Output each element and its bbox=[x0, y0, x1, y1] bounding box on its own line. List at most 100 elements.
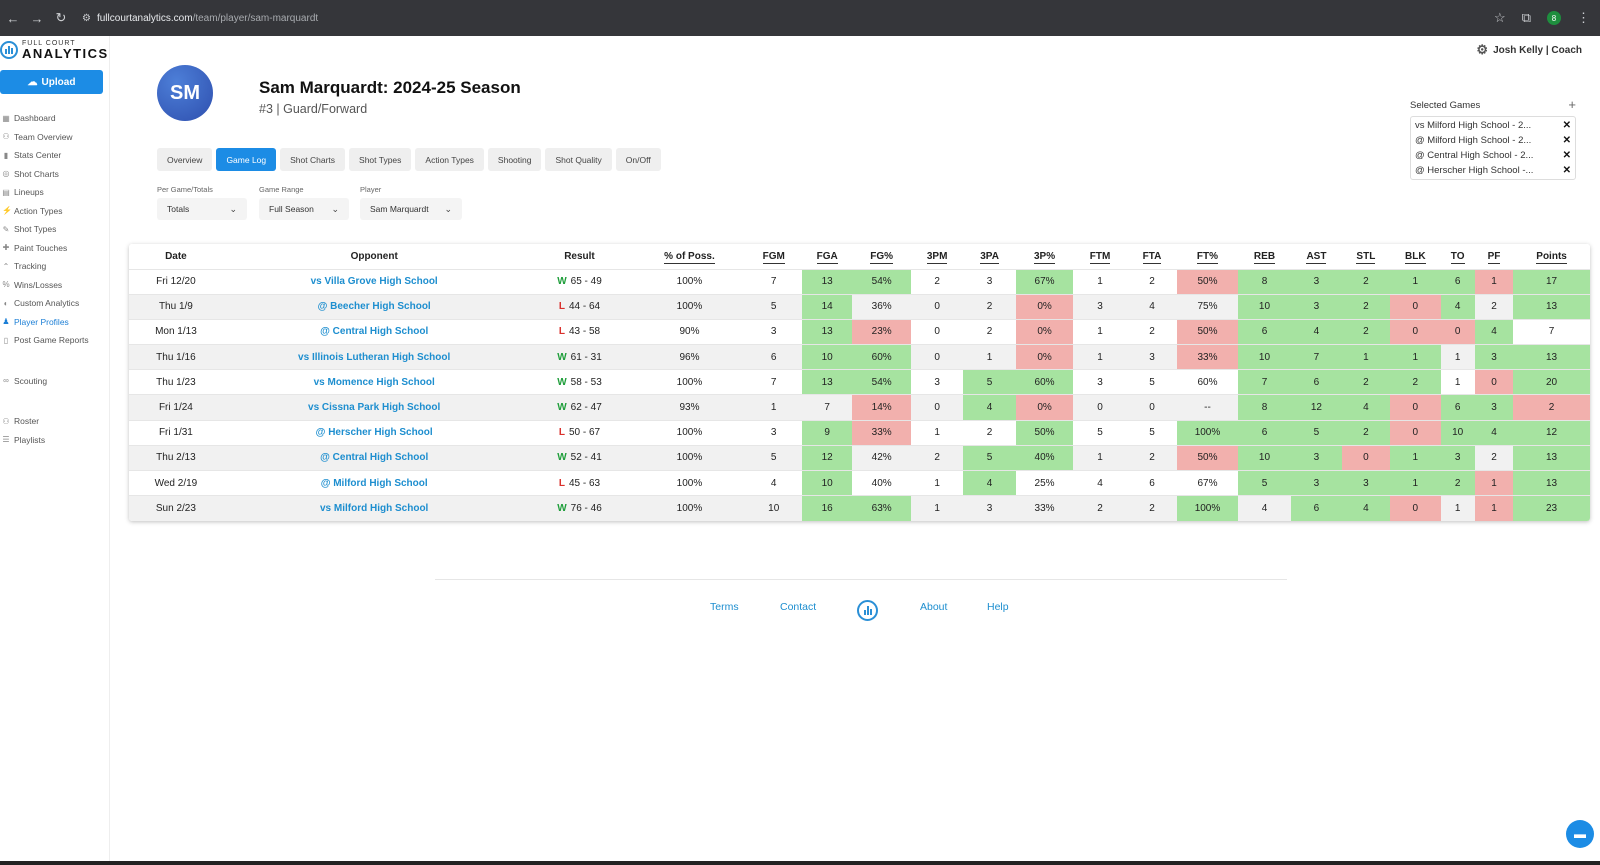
cell-ast: 3 bbox=[1291, 268, 1342, 295]
cell-opp[interactable]: vs Momence High School bbox=[222, 369, 526, 395]
column-header-fga[interactable]: FGA bbox=[801, 244, 853, 269]
close-icon[interactable]: ✕ bbox=[1563, 165, 1571, 176]
sidebar-item-team-overview[interactable]: ⚇ Team Overview bbox=[2, 128, 108, 147]
column-header-stl[interactable]: STL bbox=[1341, 244, 1391, 269]
sidebar-item-post-game-reports[interactable]: ▯ Post Game Reports bbox=[2, 331, 108, 350]
footer-about-link[interactable]: About bbox=[920, 601, 947, 613]
tab-shooting[interactable]: Shooting bbox=[487, 148, 542, 171]
cell-fgp: 36% bbox=[852, 293, 911, 320]
gear-icon[interactable]: ⚙ bbox=[1476, 42, 1488, 58]
cell-opp[interactable]: @ Herscher High School bbox=[222, 419, 526, 446]
column-header-date[interactable]: Date bbox=[129, 244, 223, 269]
close-icon[interactable]: ✕ bbox=[1563, 135, 1571, 146]
browser-menu-icon[interactable]: ⋮ bbox=[1577, 10, 1590, 26]
forward-icon[interactable]: → bbox=[26, 11, 48, 26]
cell-opp[interactable]: @ Beecher High School bbox=[222, 293, 526, 320]
cell-stl: 4 bbox=[1341, 394, 1391, 421]
cell-stl: 2 bbox=[1341, 419, 1391, 446]
sidebar-item-scouting[interactable]: ∞ Scouting bbox=[2, 372, 108, 391]
sidebar-item-shot-charts[interactable]: ◎ Shot Charts bbox=[2, 165, 108, 184]
sidebar-item-lineups[interactable]: ▤ Lineups bbox=[2, 183, 108, 202]
column-header-fg-[interactable]: FG% bbox=[852, 244, 911, 269]
cell-fga: 16 bbox=[801, 495, 853, 521]
address-bar[interactable]: ⚙ fullcourtanalytics.com/team/player/sam… bbox=[82, 13, 318, 24]
footer-logo-icon[interactable] bbox=[857, 600, 878, 621]
sidebar-item-player-profiles[interactable]: ♟ Player Profiles bbox=[2, 313, 108, 332]
cell-ftp: 100% bbox=[1177, 419, 1238, 446]
column-header-to[interactable]: TO bbox=[1440, 244, 1475, 269]
column-header-opponent[interactable]: Opponent bbox=[222, 244, 526, 269]
column-header-points[interactable]: Points bbox=[1513, 244, 1590, 269]
column-header-ftm[interactable]: FTM bbox=[1073, 244, 1127, 269]
cell-tpa: 5 bbox=[963, 369, 1016, 395]
cell-opp[interactable]: @ Central High School bbox=[222, 318, 526, 345]
sidebar-item-shot-types[interactable]: ✎ Shot Types bbox=[2, 220, 108, 239]
result-score: 61 - 31 bbox=[570, 351, 602, 363]
cell-opp[interactable]: vs Villa Grove High School bbox=[222, 268, 526, 295]
column-header-3pa[interactable]: 3PA bbox=[963, 244, 1016, 269]
sidebar-item-custom-analytics[interactable]: ◐ Custom Analytics bbox=[2, 294, 108, 313]
sidebar-item-wins-losses[interactable]: % Wins/Losses bbox=[2, 276, 108, 295]
cell-opp[interactable]: vs Milford High School bbox=[222, 495, 526, 521]
tab-on-off[interactable]: On/Off bbox=[615, 148, 661, 171]
cell-pts: 23 bbox=[1513, 495, 1590, 521]
cell-opp[interactable]: @ Central High School bbox=[222, 444, 526, 471]
column-header-fgm[interactable]: FGM bbox=[745, 244, 802, 269]
profile-avatar[interactable]: 8 bbox=[1547, 11, 1561, 25]
sidebar-item-stats-center[interactable]: ▮ Stats Center bbox=[2, 146, 108, 165]
sidebar-item-paint-touches[interactable]: ✚ Paint Touches bbox=[2, 239, 108, 258]
add-game-plus-icon[interactable]: + bbox=[1568, 98, 1576, 111]
tab-shot-types[interactable]: Shot Types bbox=[349, 148, 412, 171]
sidebar-item-action-types[interactable]: ⚡ Action Types bbox=[2, 202, 108, 221]
column-header-3p-[interactable]: 3P% bbox=[1015, 244, 1074, 269]
app-logo[interactable]: FULL COURT ANALYTICS bbox=[0, 40, 109, 60]
column-header-reb[interactable]: REB bbox=[1237, 244, 1292, 269]
bookmark-star-icon[interactable]: ☆ bbox=[1494, 10, 1506, 26]
sidebar-item-label: Team Overview bbox=[14, 131, 73, 142]
extensions-icon[interactable]: ⧉ bbox=[1522, 10, 1531, 26]
column-header-label: % of Poss. bbox=[664, 250, 715, 264]
cell-opp[interactable]: vs Illinois Lutheran High School bbox=[222, 344, 526, 370]
column-header-3pm[interactable]: 3PM bbox=[910, 244, 964, 269]
sidebar-item-playlists[interactable]: ☰ Playlists bbox=[2, 431, 108, 450]
column-header--of-poss-[interactable]: % of Poss. bbox=[633, 244, 746, 269]
sidebar-item-dashboard[interactable]: ▦ Dashboard bbox=[2, 109, 108, 128]
footer-terms-link[interactable]: Terms bbox=[710, 601, 739, 613]
cell-pf: 4 bbox=[1474, 419, 1514, 446]
site-info-icon[interactable]: ⚙ bbox=[82, 13, 91, 24]
cell-reb: 8 bbox=[1237, 268, 1292, 295]
close-icon[interactable]: ✕ bbox=[1563, 150, 1571, 161]
cell-result: W 58 - 53 bbox=[525, 369, 634, 395]
custom-icon: ◐ bbox=[3, 298, 9, 308]
column-header-ast[interactable]: AST bbox=[1291, 244, 1342, 269]
cell-opp[interactable]: @ Milford High School bbox=[222, 469, 526, 496]
tab-overview[interactable]: Overview bbox=[157, 148, 213, 171]
tab-shot-charts[interactable]: Shot Charts bbox=[280, 148, 346, 171]
tab-shot-quality[interactable]: Shot Quality bbox=[545, 148, 612, 171]
tab-action-types[interactable]: Action Types bbox=[415, 148, 484, 171]
sidebar-item-roster[interactable]: ⚇ Roster bbox=[2, 412, 108, 431]
footer-contact-link[interactable]: Contact bbox=[780, 601, 816, 613]
chat-bubble-icon[interactable]: ▬ bbox=[1566, 820, 1594, 848]
upload-button[interactable]: ☁ Upload bbox=[0, 70, 103, 94]
sidebar-item-tracking[interactable]: ⌃ Tracking bbox=[2, 257, 108, 276]
cell-pts: 12 bbox=[1513, 419, 1590, 446]
column-header-result[interactable]: Result bbox=[525, 244, 634, 269]
column-header-blk[interactable]: BLK bbox=[1390, 244, 1441, 269]
reload-icon[interactable]: ↻ bbox=[50, 10, 72, 26]
close-icon[interactable]: ✕ bbox=[1563, 120, 1571, 131]
back-icon[interactable]: ← bbox=[2, 11, 24, 26]
column-header-pf[interactable]: PF bbox=[1474, 244, 1514, 269]
footer-help-link[interactable]: Help bbox=[987, 601, 1009, 613]
column-header-ft-[interactable]: FT% bbox=[1177, 244, 1238, 269]
user-menu[interactable]: ⚙ Josh Kelly | Coach bbox=[1476, 42, 1582, 58]
game-range-select[interactable]: Full Season ⌄ bbox=[259, 198, 349, 220]
per-game-select[interactable]: Totals ⌄ bbox=[157, 198, 247, 220]
tab-game-log[interactable]: Game Log bbox=[216, 148, 277, 171]
cell-opp[interactable]: vs Cissna Park High School bbox=[222, 394, 526, 421]
cell-pts: 13 bbox=[1513, 469, 1590, 496]
logo-chart-icon bbox=[0, 41, 18, 59]
column-header-fta[interactable]: FTA bbox=[1126, 244, 1178, 269]
player-select[interactable]: Sam Marquardt ⌄ bbox=[360, 198, 462, 220]
cell-tpa: 3 bbox=[963, 268, 1016, 295]
